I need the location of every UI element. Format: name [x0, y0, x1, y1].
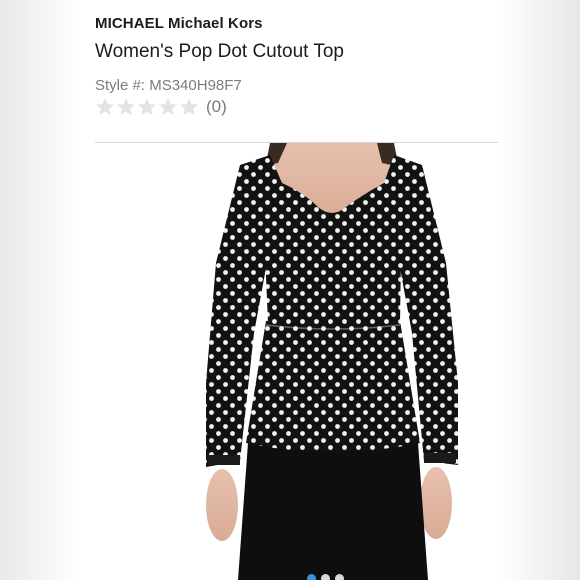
image-pager[interactable] — [307, 574, 344, 580]
product-screen: MICHAEL Michael Kors Women's Pop Dot Cut… — [82, 0, 498, 580]
star-icon — [96, 98, 114, 116]
star-icon — [117, 98, 135, 116]
peplum — [246, 321, 420, 452]
left-hand — [206, 469, 238, 541]
brand-name[interactable]: MICHAEL Michael Kors — [95, 15, 263, 32]
left-background — [0, 0, 82, 580]
star-icon — [138, 98, 156, 116]
review-count[interactable]: (0) — [206, 97, 227, 117]
style-number: MS340H98F7 — [149, 77, 242, 94]
product-photo[interactable] — [82, 143, 498, 580]
right-hand — [420, 467, 452, 539]
pager-dot[interactable] — [321, 574, 330, 580]
pants — [238, 443, 428, 580]
rating-row[interactable]: (0) — [95, 96, 227, 118]
star-icon — [180, 98, 198, 116]
product-title: Women's Pop Dot Cutout Top — [95, 41, 345, 62]
style-number-row: Style #: MS340H98F7 — [95, 77, 242, 94]
pager-dot[interactable] — [335, 574, 344, 580]
right-background — [498, 0, 580, 580]
star-rating — [95, 97, 200, 117]
pager-dot[interactable] — [307, 574, 316, 580]
star-icon — [159, 98, 177, 116]
style-label: Style #: — [95, 77, 146, 94]
right-cuff — [424, 453, 456, 463]
left-cuff — [208, 455, 240, 465]
